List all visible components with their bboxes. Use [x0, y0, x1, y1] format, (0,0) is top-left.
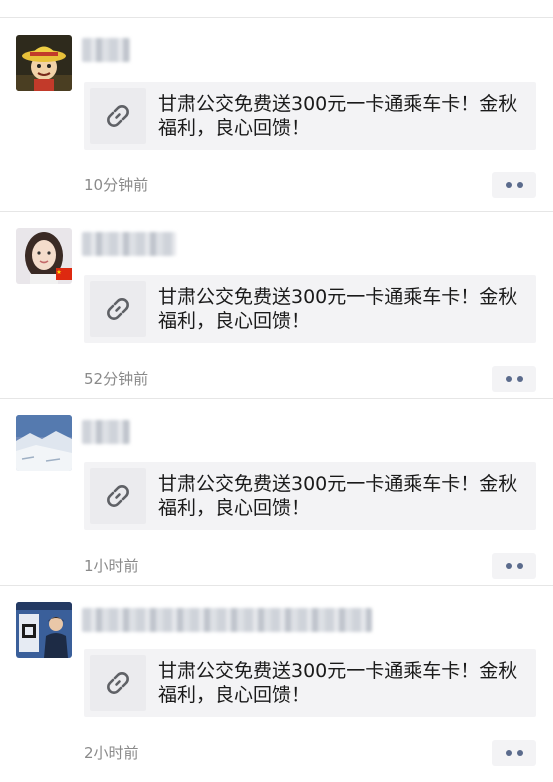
shared-link-card[interactable]: 甘肃公交免费送300元一卡通乘车卡！金秋福利，良心回馈！ — [84, 275, 536, 343]
post-timestamp: 2小时前 — [84, 744, 139, 762]
link-icon — [107, 298, 129, 320]
username-blurred[interactable] — [82, 232, 176, 256]
more-dot — [516, 376, 523, 382]
more-dot — [516, 182, 523, 188]
username-blurred[interactable] — [82, 420, 130, 444]
divider — [0, 211, 553, 212]
link-icon — [107, 672, 129, 694]
presenter-qr-avatar-icon — [16, 602, 72, 658]
more-dot — [516, 750, 523, 756]
link-title: 甘肃公交免费送300元一卡通乘车卡！金秋福利，良心回馈！ — [158, 93, 518, 139]
link-title: 甘肃公交免费送300元一卡通乘车卡！金秋福利，良心回馈！ — [158, 473, 518, 519]
avatar[interactable] — [16, 602, 72, 658]
more-dot — [505, 182, 512, 188]
more-dot — [505, 750, 512, 756]
moments-feed: 甘肃公交免费送300元一卡通乘车卡！金秋福利，良心回馈！ 10分钟前 甘肃公交免… — [0, 0, 553, 782]
snowy-landscape-avatar-icon — [16, 415, 72, 471]
post-timestamp: 52分钟前 — [84, 370, 149, 388]
post-timestamp: 1小时前 — [84, 557, 139, 575]
avatar[interactable] — [16, 415, 72, 471]
china-flag-icon — [56, 268, 72, 280]
link-thumbnail — [90, 88, 146, 144]
link-title: 甘肃公交免费送300元一卡通乘车卡！金秋福利，良心回馈！ — [158, 660, 518, 706]
post-timestamp: 10分钟前 — [84, 176, 149, 194]
more-dot — [505, 376, 512, 382]
more-button[interactable] — [492, 172, 536, 198]
shared-link-card[interactable]: 甘肃公交免费送300元一卡通乘车卡！金秋福利，良心回馈！ — [84, 82, 536, 150]
username-blurred[interactable] — [82, 608, 372, 632]
divider — [0, 17, 553, 18]
link-thumbnail — [90, 281, 146, 337]
link-title: 甘肃公交免费送300元一卡通乘车卡！金秋福利，良心回馈！ — [158, 286, 518, 332]
straw-hat-character-avatar-icon — [16, 35, 72, 91]
divider — [0, 398, 553, 399]
username-blurred[interactable] — [82, 38, 130, 62]
avatar[interactable] — [16, 35, 72, 91]
more-dot — [505, 563, 512, 569]
link-icon — [107, 105, 129, 127]
link-icon — [107, 485, 129, 507]
more-button[interactable] — [492, 366, 536, 392]
divider — [0, 585, 553, 586]
link-thumbnail — [90, 655, 146, 711]
shared-link-card[interactable]: 甘肃公交免费送300元一卡通乘车卡！金秋福利，良心回馈！ — [84, 462, 536, 530]
shared-link-card[interactable]: 甘肃公交免费送300元一卡通乘车卡！金秋福利，良心回馈！ — [84, 649, 536, 717]
more-dot — [516, 563, 523, 569]
link-thumbnail — [90, 468, 146, 524]
more-button[interactable] — [492, 740, 536, 766]
more-button[interactable] — [492, 553, 536, 579]
